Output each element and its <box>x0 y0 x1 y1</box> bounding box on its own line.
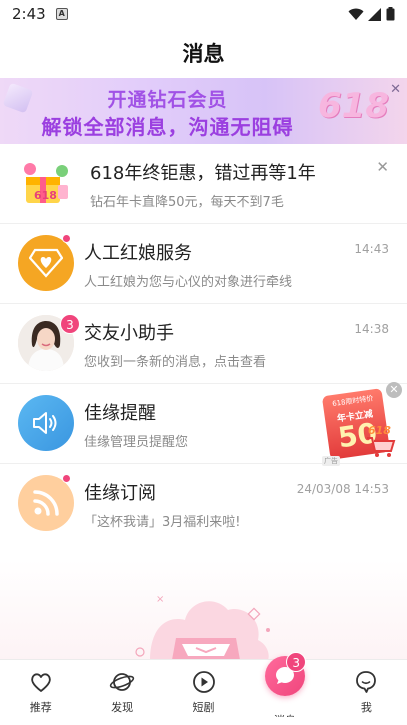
banner-close-button[interactable]: ✕ <box>390 82 401 97</box>
signal-icon <box>368 7 381 21</box>
status-time: 2:43 <box>12 5 46 23</box>
unread-dot <box>62 474 71 483</box>
message-subtitle: 「这杯我请」3月福利来啦! <box>84 515 241 530</box>
ad-label: 广告 <box>322 456 340 466</box>
list-item-matchmaker[interactable]: 人工红娘服务 人工红娘为您与心仪的对象进行牵线 14:43 <box>0 224 407 304</box>
nav-tab-messages[interactable]: 3 消息 <box>244 652 325 725</box>
nav-label: 发现 <box>111 701 134 714</box>
list-item-assistant[interactable]: 3 交友小助手 您收到一条新的消息，点击查看 14:38 <box>0 304 407 384</box>
heart-icon <box>30 673 51 692</box>
svg-text:618: 618 <box>34 189 57 202</box>
close-promo-button[interactable]: ✕ <box>386 382 402 398</box>
nav-label: 我 <box>360 701 372 714</box>
dismiss-promo-button[interactable]: ✕ <box>376 158 389 176</box>
diamond-heart-icon <box>18 235 74 291</box>
status-icons <box>348 7 395 21</box>
message-title: 佳缘订阅 <box>84 483 156 504</box>
banner-title: 开通钻石会员 <box>107 89 228 111</box>
bottom-navigation: 推荐 发现 短剧 3 消息 我 <box>0 652 407 725</box>
battery-icon <box>386 7 395 21</box>
banner-subtitle: 解锁全部消息，沟通无阻碍 <box>41 115 294 139</box>
nav-tab-me[interactable]: 我 <box>326 660 407 717</box>
nav-tab-recommend[interactable]: 推荐 <box>0 660 81 717</box>
rss-icon <box>18 475 74 531</box>
planet-icon <box>109 673 135 691</box>
message-title: 618年终钜惠，错过再等1年 <box>90 163 316 184</box>
message-subtitle: 您收到一条新的消息，点击查看 <box>84 355 267 370</box>
profile-icon <box>356 671 377 693</box>
speaker-icon <box>18 395 74 451</box>
nav-label: 短剧 <box>192 701 215 714</box>
vip-banner[interactable]: 开通钻石会员 解锁全部消息，沟通无阻碍 618 ✕ <box>0 78 407 144</box>
home-indicator <box>0 717 407 725</box>
shopping-cart-icon <box>367 437 396 457</box>
gift-618-icon: 618 <box>18 155 74 211</box>
empty-state-illustration: × <box>0 560 407 660</box>
banner-618-badge: 618 <box>318 86 389 126</box>
unread-count-badge: 3 <box>60 314 80 334</box>
message-title: 交友小助手 <box>84 323 174 344</box>
list-item-subscription[interactable]: 佳缘订阅 「这杯我请」3月福利来啦! 24/03/08 14:53 <box>0 464 407 544</box>
nav-tab-discover[interactable]: 发现 <box>81 660 162 717</box>
page-title: 消息 <box>182 42 225 66</box>
message-time: 24/03/08 14:53 <box>296 482 389 496</box>
list-item-promo[interactable]: 618 618年终钜惠，错过再等1年 钻石年卡直降50元，每天不到7毛 ✕ <box>0 144 407 224</box>
message-title: 佳缘提醒 <box>84 403 156 424</box>
notification-app-icon: A <box>55 8 68 20</box>
svg-text:×: × <box>156 594 164 605</box>
nav-tab-short-drama[interactable]: 短剧 <box>163 660 244 717</box>
message-title: 人工红娘服务 <box>84 243 192 264</box>
message-time: 14:38 <box>354 322 389 336</box>
unread-dot <box>62 234 71 243</box>
floating-promo[interactable]: 618限时特价 年卡立减 50 618 广告 ✕ <box>320 382 404 468</box>
message-time: 14:43 <box>354 242 389 256</box>
play-icon <box>192 671 215 693</box>
message-subtitle: 人工红娘为您与心仪的对象进行牵线 <box>84 275 293 290</box>
message-subtitle: 钻石年卡直降50元，每天不到7毛 <box>90 195 284 210</box>
wifi-icon <box>348 8 364 20</box>
status-bar: 2:43 A <box>0 0 407 28</box>
message-subtitle: 佳缘管理员提醒您 <box>84 435 189 450</box>
nav-label: 推荐 <box>29 701 52 714</box>
